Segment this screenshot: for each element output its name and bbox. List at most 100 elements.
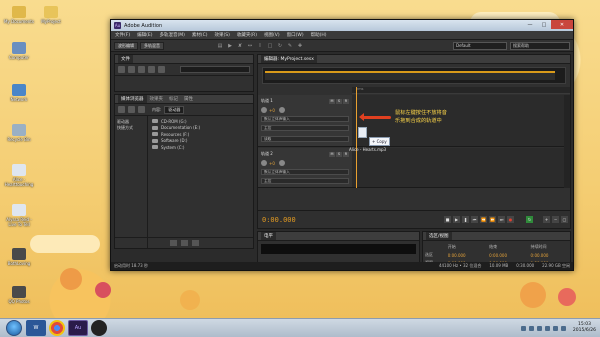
content-select[interactable]: 驱动器 bbox=[164, 105, 185, 114]
go-start-icon[interactable]: ⏮ bbox=[471, 216, 478, 223]
audition-app-icon[interactable]: Au bbox=[68, 320, 88, 336]
heal-icon[interactable]: ✚ bbox=[296, 42, 304, 50]
menu-edit[interactable]: 编辑(E) bbox=[137, 32, 152, 38]
loop-icon[interactable]: ↻ bbox=[526, 216, 533, 223]
record-arm-button[interactable]: R bbox=[343, 152, 349, 157]
tray-icon[interactable] bbox=[528, 325, 534, 331]
track-2-input-select[interactable]: 默认立体声输入 bbox=[261, 169, 349, 175]
record-arm-button[interactable]: R bbox=[343, 99, 349, 104]
lasso-icon[interactable]: ↻ bbox=[276, 42, 284, 50]
tab-effects-rack[interactable]: 效果夹 bbox=[147, 95, 167, 103]
menu-multitrack[interactable]: 多轨混音(M) bbox=[159, 32, 184, 38]
track-1-output-select[interactable]: 主控 bbox=[261, 125, 349, 131]
move-tool-icon[interactable]: ▶ bbox=[226, 42, 234, 50]
time-selection-icon[interactable]: I bbox=[256, 42, 264, 50]
refresh-icon[interactable] bbox=[180, 240, 188, 246]
record-icon[interactable]: ● bbox=[507, 216, 514, 223]
zoom-in-icon[interactable]: + bbox=[543, 216, 550, 223]
volume-knob[interactable] bbox=[261, 107, 267, 113]
desktop-icon-computer[interactable]: Computer bbox=[2, 42, 36, 60]
editor-tab[interactable]: 编辑器: MyProject.sesx bbox=[261, 55, 317, 63]
levels-tab[interactable]: 电平 bbox=[261, 232, 276, 240]
track-1-read-select[interactable]: 读取 bbox=[261, 136, 349, 142]
tab-media-browser[interactable]: 媒体浏览器 bbox=[118, 95, 147, 103]
desktop-icon-recycle-bin[interactable]: Recycle Bin bbox=[2, 124, 36, 142]
play-icon[interactable]: ▶ bbox=[453, 216, 460, 223]
mute-button[interactable]: M bbox=[329, 99, 335, 104]
mute-button[interactable]: M bbox=[329, 152, 335, 157]
solo-button[interactable]: S bbox=[336, 99, 342, 104]
new-file-icon[interactable] bbox=[128, 66, 135, 73]
selection-view-tab[interactable]: 选区/视图 bbox=[426, 232, 452, 240]
menu-file[interactable]: 文件(F) bbox=[115, 32, 130, 38]
close-button[interactable]: ✕ bbox=[551, 20, 573, 29]
maximize-button[interactable]: □ bbox=[537, 20, 551, 29]
menu-favorites[interactable]: 收藏夹(R) bbox=[237, 32, 257, 38]
multitrack-view-button[interactable]: 多轨混音 bbox=[140, 41, 164, 50]
pause-icon[interactable]: ❚ bbox=[462, 216, 469, 223]
clock[interactable]: 15:03 2015/6/26 bbox=[573, 322, 596, 334]
desktop-icon-alice[interactable]: Alice - Hearttouching bbox=[2, 164, 36, 187]
volume-knob[interactable] bbox=[261, 160, 267, 166]
network-icon[interactable] bbox=[552, 325, 558, 331]
tab-markers[interactable]: 标记 bbox=[166, 95, 181, 103]
browse-icon[interactable] bbox=[191, 240, 199, 246]
volume-icon[interactable] bbox=[560, 325, 566, 331]
zoom-out-icon[interactable]: − bbox=[552, 216, 559, 223]
open-file-icon[interactable] bbox=[118, 66, 125, 73]
zoom-full-icon[interactable]: ▢ bbox=[561, 216, 568, 223]
menu-view[interactable]: 视图(V) bbox=[264, 32, 280, 38]
minimize-button[interactable]: — bbox=[523, 20, 537, 29]
tree-item-shortcuts[interactable]: 快捷方式 bbox=[115, 125, 147, 131]
waveform-view-button[interactable]: 波形编辑 bbox=[114, 41, 138, 50]
start-button[interactable] bbox=[6, 320, 22, 336]
time-ruler[interactable]: hms bbox=[352, 87, 570, 94]
playhead[interactable] bbox=[356, 87, 357, 188]
menu-help[interactable]: 帮助(H) bbox=[311, 32, 327, 38]
menu-effects[interactable]: 效果(S) bbox=[215, 32, 230, 38]
track-1-name[interactable]: 轨道 1 bbox=[261, 98, 273, 104]
menu-clip[interactable]: 素材(C) bbox=[192, 32, 208, 38]
pan-knob[interactable] bbox=[278, 107, 285, 113]
desktop-icon-alyssa[interactable]: Alyssa Reid - Live To Tell bbox=[2, 204, 36, 227]
menu-window[interactable]: 窗口(W) bbox=[287, 32, 304, 38]
razor-tool-icon[interactable]: ✘ bbox=[236, 42, 244, 50]
autoplay-icon[interactable] bbox=[138, 106, 145, 113]
vertical-scrollbar[interactable] bbox=[564, 95, 570, 188]
desktop-icon-network[interactable]: Network bbox=[2, 84, 36, 102]
track-2-output-select[interactable]: 主控 bbox=[261, 178, 349, 184]
autoplay-icon[interactable] bbox=[158, 66, 165, 73]
title-bar[interactable]: Au Adobe Audition — □ ✕ bbox=[111, 20, 573, 31]
session-overview[interactable] bbox=[262, 67, 566, 84]
track-1-input-select[interactable]: 默认立体声输入 bbox=[261, 116, 349, 122]
slip-tool-icon[interactable]: ↔ bbox=[246, 42, 254, 50]
desktop-icon-bothloving[interactable]: BothLoving bbox=[2, 248, 36, 266]
play-icon[interactable] bbox=[118, 106, 125, 113]
marquee-icon[interactable]: □ bbox=[266, 42, 274, 50]
tab-properties[interactable]: 属性 bbox=[181, 95, 196, 103]
help-search-input[interactable]: 搜索帮助 bbox=[510, 41, 570, 50]
tray-icon[interactable] bbox=[536, 325, 542, 331]
rewind-icon[interactable]: ⏪ bbox=[480, 216, 487, 223]
word-app-icon[interactable]: W bbox=[26, 320, 46, 336]
chrome-app-icon[interactable] bbox=[49, 320, 65, 336]
desktop-icon-qq-photos[interactable]: QQ Photos bbox=[2, 286, 36, 304]
files-tab[interactable]: 文件 bbox=[118, 55, 133, 63]
up-folder-icon[interactable] bbox=[169, 240, 177, 246]
spectral-icon[interactable]: ▤ bbox=[216, 42, 224, 50]
pan-knob[interactable] bbox=[278, 160, 285, 166]
brush-icon[interactable]: ✎ bbox=[286, 42, 294, 50]
import-icon[interactable] bbox=[138, 66, 145, 73]
tray-icon[interactable] bbox=[544, 325, 550, 331]
track-2-lane[interactable] bbox=[352, 148, 570, 188]
stop-icon[interactable]: ■ bbox=[444, 216, 451, 223]
forward-icon[interactable]: ⏩ bbox=[489, 216, 496, 223]
qq-app-icon[interactable] bbox=[91, 320, 107, 336]
desktop-icon-my-documents[interactable]: My Documents bbox=[2, 6, 36, 24]
tray-icon[interactable] bbox=[520, 325, 526, 331]
files-search-input[interactable] bbox=[180, 66, 250, 73]
go-end-icon[interactable]: ⏭ bbox=[498, 216, 505, 223]
close-file-icon[interactable] bbox=[148, 66, 155, 73]
workspace-select[interactable]: Default bbox=[453, 41, 507, 50]
solo-button[interactable]: S bbox=[336, 152, 342, 157]
